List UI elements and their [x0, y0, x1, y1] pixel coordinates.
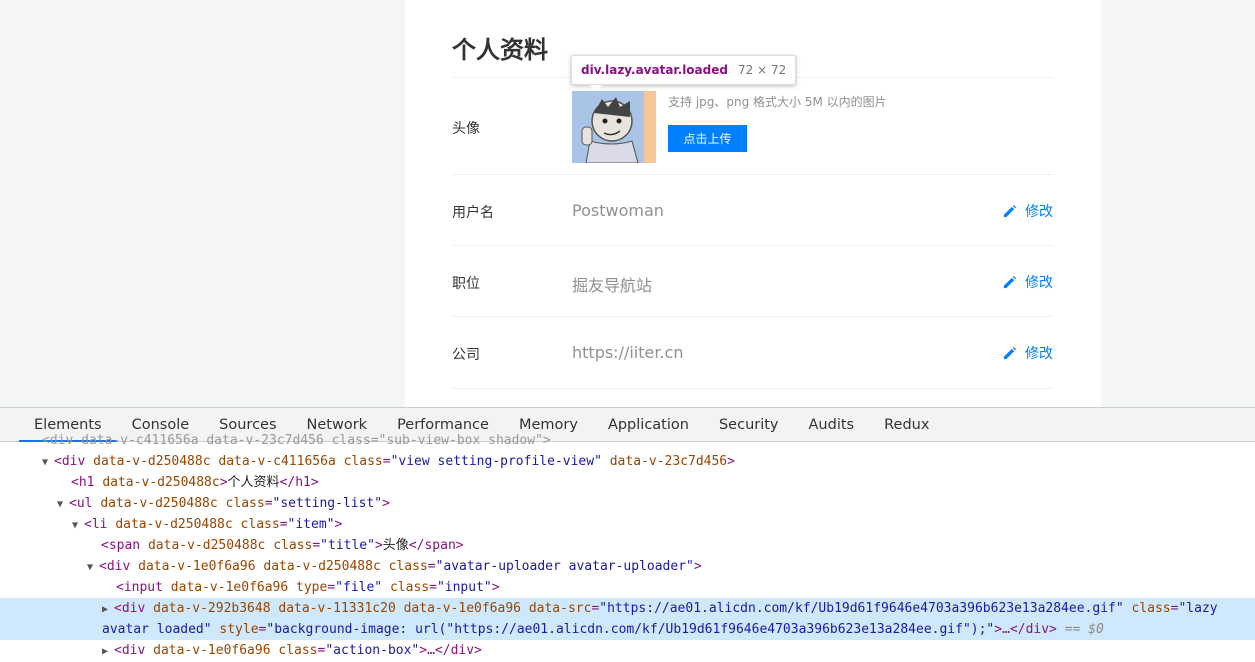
devtools-panel: Elements Console Sources Network Perform…: [0, 407, 1255, 662]
edit-position-button[interactable]: 修改: [1002, 272, 1053, 292]
dom-node-uploader[interactable]: ▼ <div data-v-1e0f6a96 data-v-d250488c cl…: [87, 556, 702, 578]
inspector-tooltip: div.lazy.avatar.loaded 72 × 72: [571, 55, 797, 91]
inspector-highlight: [644, 91, 656, 163]
dom-node-span[interactable]: <span data-v-d250488c class="title">头像</…: [101, 535, 464, 556]
collapse-triangle-icon[interactable]: ▼: [87, 557, 99, 578]
edit-label: 修改: [1025, 275, 1053, 291]
position-value: 掘友导航站: [572, 276, 653, 295]
dom-node-li[interactable]: ▼ <li data-v-d250488c class="item">: [72, 514, 342, 536]
edit-label: 修改: [1025, 204, 1053, 220]
web-page: 个人资料 头像 支持 jpg、png 格式大小 5M 以内的图片 点击上传 用户…: [0, 0, 1255, 407]
tooltip-size: 72 × 72: [737, 63, 787, 77]
avatar-title: 头像: [452, 121, 480, 137]
dom-node-avatar-selected[interactable]: ▶ <div data-v-292b3648 data-v-11331c20 da…: [0, 598, 1255, 640]
dom-node-h1[interactable]: <h1 data-v-d250488c>个人资料</h1>: [71, 472, 319, 493]
pencil-icon: [1003, 346, 1017, 359]
position-row: 职位 掘友导航站 修改: [452, 245, 1053, 317]
dom-node-ul[interactable]: ▼ <ul data-v-d250488c class="setting-list…: [57, 493, 390, 515]
expand-triangle-icon[interactable]: ▶: [102, 641, 114, 662]
tab-redux[interactable]: Redux: [869, 408, 944, 441]
tab-audits[interactable]: Audits: [794, 408, 870, 441]
selected-marker: == $0: [1064, 622, 1104, 637]
username-value: Postwoman: [572, 201, 664, 220]
position-title: 职位: [452, 276, 480, 292]
tab-application[interactable]: Application: [593, 408, 704, 441]
edit-username-button[interactable]: 修改: [1002, 201, 1053, 221]
avatar[interactable]: [572, 91, 644, 163]
collapse-triangle-icon[interactable]: ▼: [72, 515, 84, 536]
dom-node-input[interactable]: <input data-v-1e0f6a96 type="file" class…: [116, 577, 500, 598]
tooltip-selector: div.lazy.avatar.loaded: [581, 63, 728, 77]
page-title: 个人资料: [452, 36, 548, 64]
avatar-row: 头像 支持 jpg、png 格式大小 5M 以内的图片 点击上传: [452, 77, 1053, 175]
username-row: 用户名 Postwoman 修改: [452, 174, 1053, 246]
pencil-icon: [1003, 204, 1017, 217]
collapse-triangle-icon[interactable]: ▼: [57, 494, 69, 515]
pencil-icon: [1003, 275, 1017, 288]
company-value: https://iiter.cn: [572, 343, 684, 362]
tab-security[interactable]: Security: [704, 408, 794, 441]
avatar-uploader[interactable]: [572, 91, 656, 163]
edit-company-button[interactable]: 修改: [1002, 343, 1053, 363]
dom-node-action-box[interactable]: ▶ <div data-v-1e0f6a96 class="action-box"…: [102, 640, 482, 662]
company-title: 公司: [452, 347, 480, 363]
company-row: 公司 https://iiter.cn 修改: [452, 316, 1053, 389]
dom-line-cut: <div data-v-c411656a data-v-23c7d456 cla…: [42, 433, 551, 448]
dom-node-view[interactable]: ▼ <div data-v-d250488c data-v-c411656a cl…: [42, 451, 735, 473]
edit-label: 修改: [1025, 346, 1053, 362]
avatar-hint: 支持 jpg、png 格式大小 5M 以内的图片: [668, 95, 887, 109]
upload-button[interactable]: 点击上传: [668, 125, 747, 152]
collapse-triangle-icon[interactable]: ▼: [42, 452, 54, 473]
expand-triangle-icon[interactable]: ▶: [102, 599, 114, 620]
username-title: 用户名: [452, 205, 494, 221]
